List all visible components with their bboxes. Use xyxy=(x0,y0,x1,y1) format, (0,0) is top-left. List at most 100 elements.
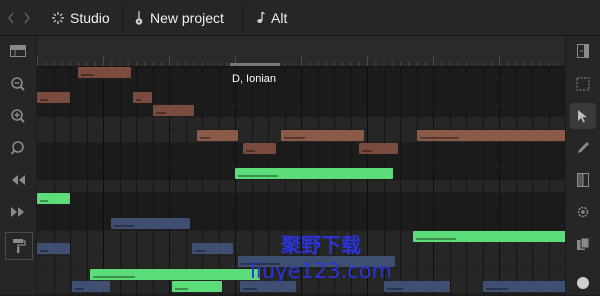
zoom-in-icon[interactable] xyxy=(5,103,31,129)
grid-line xyxy=(103,67,104,295)
grid-line xyxy=(548,67,550,295)
scale-label: D, Ionian xyxy=(232,73,277,85)
pointer-icon[interactable] xyxy=(570,103,596,129)
midi-note[interactable] xyxy=(172,281,222,293)
grid-line xyxy=(235,67,236,295)
midi-note[interactable] xyxy=(416,130,565,141)
topbar-divider xyxy=(122,4,123,31)
grid-line xyxy=(499,67,500,295)
note-velocity-bar xyxy=(386,288,403,291)
studio-sparkle-icon xyxy=(52,11,64,24)
grid-line xyxy=(482,67,484,295)
grid-line xyxy=(185,67,187,295)
alt-track-button[interactable]: Alt xyxy=(255,0,287,35)
midi-note[interactable] xyxy=(89,268,260,280)
grid-line xyxy=(152,67,154,295)
left-toolbar xyxy=(0,36,36,295)
rewind-icon[interactable] xyxy=(5,167,31,193)
note-velocity-bar xyxy=(419,137,459,139)
note-velocity-bar xyxy=(416,237,457,240)
sidebar-collapse-icon[interactable] xyxy=(570,38,596,64)
note-velocity-bar xyxy=(485,288,509,291)
piano-roll-grid[interactable] xyxy=(37,67,565,295)
grid-line xyxy=(86,67,88,295)
note-velocity-bar xyxy=(242,288,257,291)
gear-icon[interactable] xyxy=(570,199,596,225)
note-velocity-bar xyxy=(74,288,85,291)
grid-line xyxy=(449,67,451,295)
alt-label: Alt xyxy=(271,9,288,26)
note-velocity-bar xyxy=(40,200,49,202)
copy-icon[interactable] xyxy=(570,231,596,257)
grid-line xyxy=(169,67,170,295)
pencil-icon[interactable] xyxy=(570,135,596,161)
note-velocity-bar xyxy=(81,74,95,76)
note-velocity-bar xyxy=(195,250,206,253)
grid-line xyxy=(119,67,121,295)
midi-note[interactable] xyxy=(132,92,153,104)
studio-label: Studio xyxy=(70,9,110,26)
back-arrow-icon[interactable] xyxy=(4,0,18,35)
note-velocity-bar xyxy=(241,263,281,265)
midi-note[interactable] xyxy=(37,92,70,104)
note-velocity-bar xyxy=(92,275,136,278)
top-bar: Studio New project Alt xyxy=(0,0,600,36)
midi-note[interactable] xyxy=(281,130,364,141)
note-velocity-bar xyxy=(40,250,49,253)
midi-note[interactable] xyxy=(192,243,234,255)
studio-button[interactable]: Studio xyxy=(52,0,110,35)
music-note-icon xyxy=(255,11,265,24)
new-project-label: New project xyxy=(150,9,224,26)
midi-note[interactable] xyxy=(243,142,277,154)
midi-note[interactable] xyxy=(37,243,70,255)
grid-line xyxy=(466,67,467,295)
note-velocity-bar xyxy=(284,137,305,139)
timeline-ruler[interactable] xyxy=(37,36,566,67)
midi-note[interactable] xyxy=(152,104,194,116)
guitar-icon xyxy=(134,10,144,25)
note-velocity-bar xyxy=(155,111,166,114)
midi-note[interactable] xyxy=(238,256,396,267)
midi-note[interactable] xyxy=(383,281,450,293)
forward-arrow-icon[interactable] xyxy=(20,0,34,35)
midi-note[interactable] xyxy=(111,218,191,230)
grid-line xyxy=(416,67,418,295)
midi-note[interactable] xyxy=(235,167,394,179)
select-box-icon[interactable] xyxy=(570,71,596,97)
midi-note[interactable] xyxy=(37,193,70,204)
zoom-fit-icon[interactable] xyxy=(5,135,31,161)
new-project-button[interactable]: New project xyxy=(134,0,224,35)
midi-note[interactable] xyxy=(358,142,399,154)
grid-line xyxy=(218,67,220,295)
note-velocity-bar xyxy=(361,149,372,152)
note-velocity-bar xyxy=(175,288,188,291)
grid-line xyxy=(515,67,517,295)
record-icon[interactable] xyxy=(570,270,596,296)
right-toolbar xyxy=(566,36,600,295)
grid-line xyxy=(433,67,434,295)
note-velocity-bar xyxy=(135,99,141,102)
split-icon[interactable] xyxy=(570,167,596,193)
note-velocity-bar xyxy=(200,137,211,139)
note-velocity-bar xyxy=(114,225,135,228)
grid-line xyxy=(70,67,71,295)
grid-line xyxy=(532,67,533,295)
zoom-out-icon[interactable] xyxy=(5,71,31,97)
topbar-divider xyxy=(242,4,243,31)
panel-toggle-icon[interactable] xyxy=(5,38,31,64)
note-velocity-bar xyxy=(246,149,255,152)
grid-line xyxy=(202,67,203,295)
midi-note[interactable] xyxy=(78,67,132,78)
midi-note[interactable] xyxy=(71,281,110,293)
ruler-ticks xyxy=(37,56,566,66)
midi-note[interactable] xyxy=(197,130,239,141)
midi-note[interactable] xyxy=(482,281,565,293)
midi-note[interactable] xyxy=(413,230,565,242)
fast-forward-icon[interactable] xyxy=(5,199,31,225)
note-velocity-bar xyxy=(238,174,278,177)
midi-note[interactable] xyxy=(239,281,297,293)
grid-line xyxy=(400,67,401,295)
note-velocity-bar xyxy=(40,99,49,102)
paint-roller-icon[interactable] xyxy=(5,232,33,260)
loop-region-marker[interactable] xyxy=(230,63,280,66)
